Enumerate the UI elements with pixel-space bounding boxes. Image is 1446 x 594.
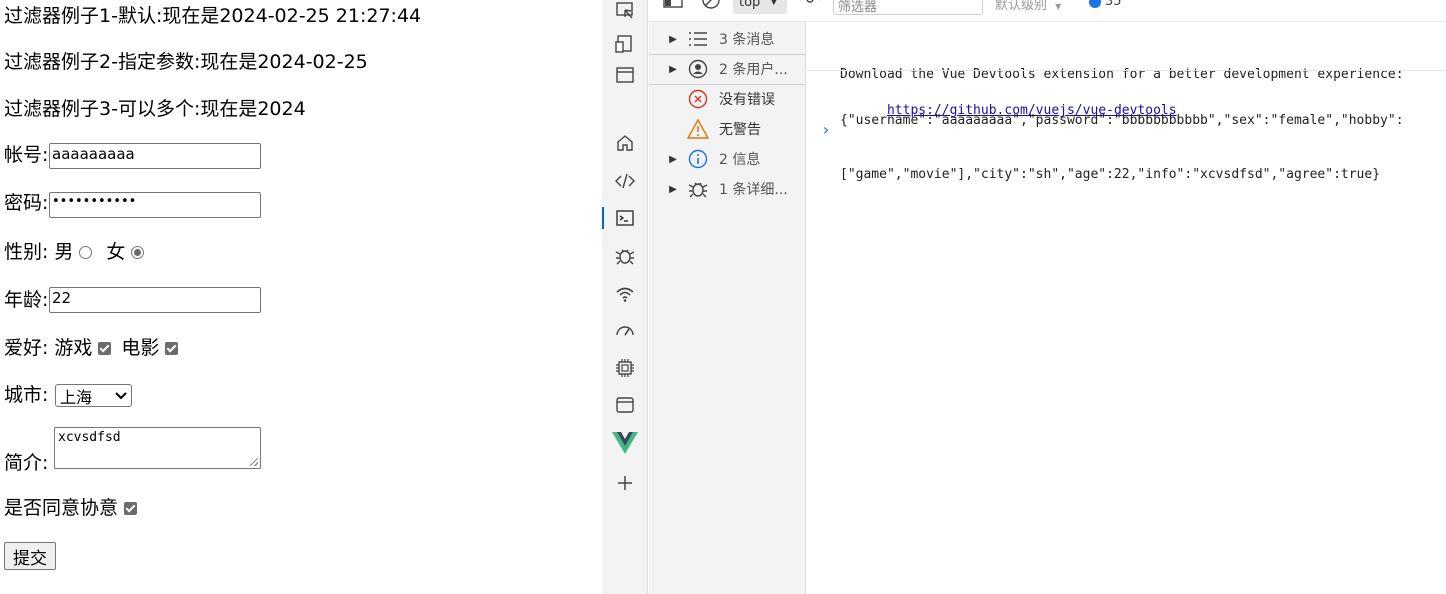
devtools-panel: top ▼ 筛选器 默认级别 ▼ 35 ▶ 3 条消息 ▶ 2 条用户... 没…	[602, 0, 1446, 594]
console-filter-input[interactable]: 筛选器	[833, 0, 983, 15]
sidebar-item-user-messages[interactable]: ▶ 2 条用户...	[649, 54, 806, 84]
sidebar-item-label: 无警告	[719, 122, 761, 138]
sidebar-item-errors[interactable]: 没有错误	[649, 84, 806, 114]
caret-down-icon: ▼	[1055, 2, 1062, 11]
console-prompt-chevron-icon[interactable]: ›	[821, 120, 831, 139]
context-select-value: top	[739, 0, 761, 10]
filter-example-1: 过滤器例子1-默认:现在是2024-02-25 21:27:44	[4, 5, 422, 27]
hobby-game-label: 游戏	[54, 337, 93, 359]
issues-counter[interactable]: 35	[1089, 0, 1122, 9]
expand-arrow-icon[interactable]: ▶	[663, 184, 683, 195]
user-icon	[685, 58, 711, 80]
sidebar-item-label: 1 条详细...	[719, 182, 788, 198]
window-icon[interactable]	[612, 62, 638, 88]
sidebar-item-label: 2 信息	[719, 152, 761, 168]
gender-female-label: 女	[106, 241, 126, 263]
sidebar-item-verbose[interactable]: ▶ 1 条详细...	[649, 174, 806, 204]
vue-logo-icon[interactable]	[612, 430, 638, 456]
console-json-line-1: {"username":"aaaaaaaaa","password":"bbbb…	[840, 113, 1404, 128]
intro-textarea[interactable]: xcvsdfsd	[54, 427, 261, 469]
password-input[interactable]: •••••••••••	[49, 192, 261, 218]
hobby-movie-checkbox[interactable]	[165, 341, 179, 355]
sidebar-item-label: 3 条消息	[719, 32, 775, 48]
city-label: 城市:	[4, 384, 49, 406]
intro-text: xcvsdfsd	[58, 430, 121, 445]
console-message-2: {"username":"aaaaaaaaa","password":"bbbb…	[840, 76, 1404, 220]
webpage: 过滤器例子1-默认:现在是2024-02-25 21:27:44 过滤器例子2-…	[0, 0, 602, 594]
hobby-label: 爱好:	[4, 337, 49, 359]
age-input[interactable]: 22	[49, 287, 261, 313]
warning-icon	[685, 118, 711, 140]
inspect-icon[interactable]	[612, 0, 638, 24]
log-level-value: 默认级别	[995, 0, 1048, 13]
hobby-row: 爱好: 游戏 电影	[4, 336, 186, 360]
sidebar-item-info[interactable]: ▶ 2 信息	[649, 144, 806, 174]
expand-arrow-icon[interactable]: ▶	[663, 34, 683, 45]
chevron-down-icon	[115, 391, 127, 399]
hobby-game-checkbox[interactable]	[98, 341, 112, 355]
info-icon	[685, 148, 711, 170]
submit-button[interactable]: 提交	[4, 542, 56, 570]
gender-male-label: 男	[54, 241, 74, 263]
home-icon[interactable]	[612, 130, 638, 156]
sidebar-item-warnings[interactable]: 无警告	[649, 114, 806, 144]
hobby-movie-label: 电影	[121, 337, 160, 359]
agree-row: 是否同意协意	[4, 496, 145, 520]
sidebar-toggle-icon[interactable]	[663, 0, 683, 14]
filter-example-3: 过滤器例子3-可以多个:现在是2024	[4, 98, 306, 120]
intro-label: 简介:	[4, 452, 49, 474]
log-level-select[interactable]: 默认级别 ▼	[995, 0, 1061, 13]
console-icon[interactable]	[602, 205, 638, 231]
expand-arrow-icon[interactable]: ▶	[663, 154, 683, 165]
list-icon	[685, 28, 711, 50]
gender-male-radio[interactable]	[79, 245, 93, 259]
error-icon	[685, 88, 711, 110]
bug-icon	[685, 178, 711, 200]
age-label: 年龄:	[4, 289, 49, 311]
issues-count: 35	[1105, 0, 1122, 9]
clear-console-icon[interactable]	[701, 0, 721, 14]
console-divider	[807, 70, 1446, 71]
sources-bug-icon[interactable]	[612, 243, 638, 269]
memory-chip-icon[interactable]	[612, 355, 638, 381]
filter-example-2: 过滤器例子2-指定参数:现在是2024-02-25	[4, 51, 368, 73]
add-tool-icon[interactable]	[612, 470, 638, 496]
device-toolbar-icon[interactable]	[612, 31, 638, 57]
context-select[interactable]: top ▼	[733, 0, 787, 14]
expand-arrow-icon[interactable]: ▶	[663, 64, 683, 75]
gender-female-radio[interactable]	[131, 245, 145, 259]
resize-handle-icon[interactable]	[250, 458, 258, 466]
agree-label: 是否同意协意	[4, 497, 119, 519]
issues-chat-icon	[1089, 0, 1101, 8]
gender-row: 性别: 男 女	[4, 240, 150, 264]
username-label: 帐号:	[4, 144, 49, 166]
city-select-value: 上海	[60, 387, 93, 407]
gender-label: 性别:	[4, 241, 49, 263]
console-sidebar: ▶ 3 条消息 ▶ 2 条用户... 没有错误 无警告 ▶ 2 信息 ▶ 1 条…	[649, 22, 806, 594]
console-toolbar: top ▼ 筛选器 默认级别 ▼ 35	[649, 0, 1446, 22]
network-wifi-icon[interactable]	[612, 281, 638, 307]
performance-gauge-icon[interactable]	[612, 318, 638, 344]
city-select[interactable]: 上海	[55, 384, 132, 407]
password-label: 密码:	[4, 192, 49, 214]
elements-icon[interactable]	[612, 168, 638, 194]
devtools-activity-bar	[602, 0, 648, 594]
application-icon[interactable]	[612, 392, 638, 418]
console-output: Download the Vue Devtools extension for …	[807, 22, 1446, 594]
console-json-line-2: ["game","movie"],"city":"sh","age":22,"i…	[840, 167, 1381, 182]
sidebar-item-messages[interactable]: ▶ 3 条消息	[649, 24, 806, 54]
caret-down-icon: ▼	[770, 0, 778, 7]
sidebar-item-label: 没有错误	[719, 92, 775, 108]
agree-checkbox[interactable]	[124, 501, 138, 515]
live-expression-eye-icon[interactable]	[799, 0, 821, 12]
sidebar-item-label: 2 条用户...	[719, 62, 788, 78]
username-input[interactable]: aaaaaaaaa	[49, 143, 261, 169]
